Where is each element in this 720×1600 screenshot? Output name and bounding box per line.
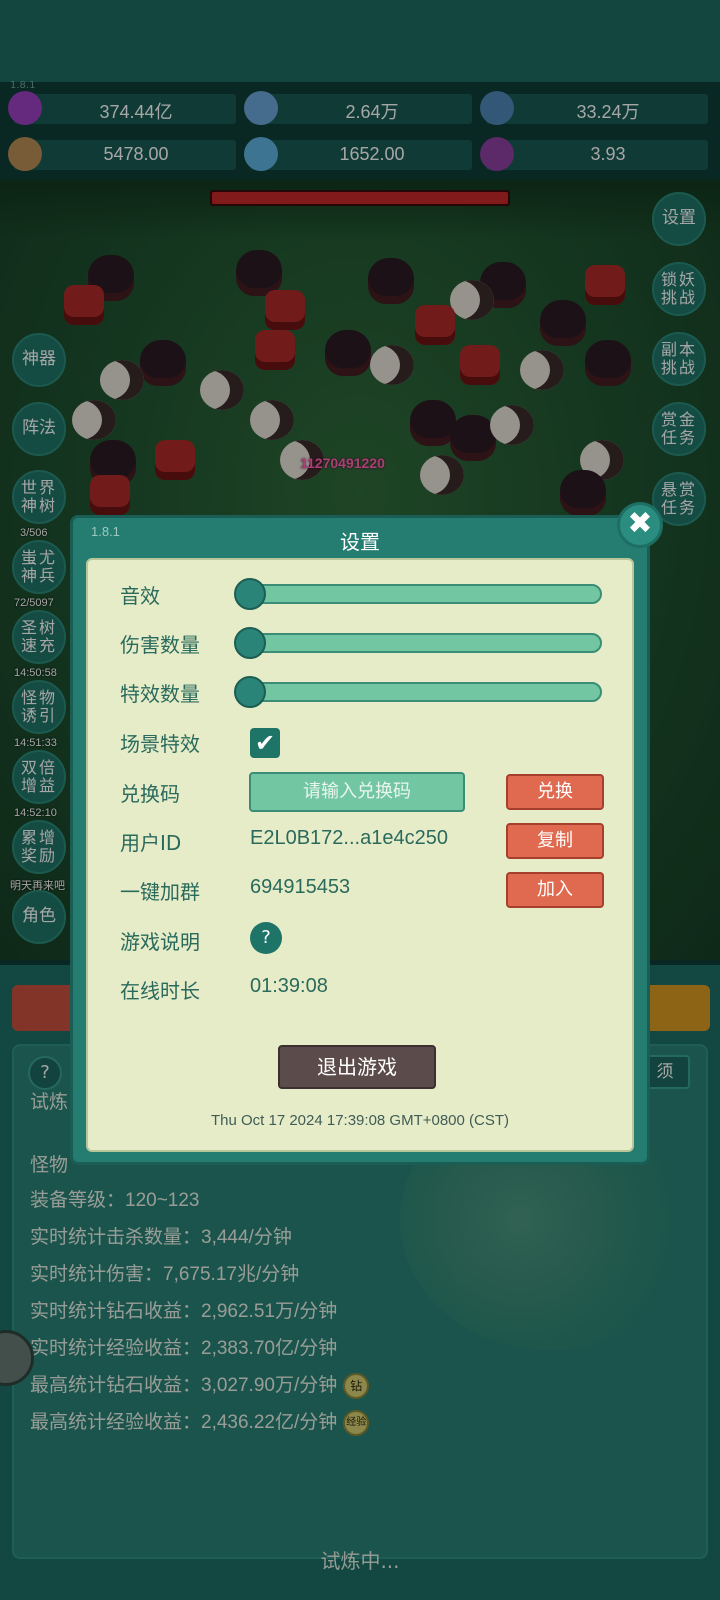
join-group-button[interactable]: 加入 xyxy=(506,872,604,908)
online-time-label: 在线时长 xyxy=(120,979,200,1003)
sound-slider-knob[interactable] xyxy=(234,578,266,610)
effect-count-slider-knob[interactable] xyxy=(234,676,266,708)
join-group-label: 一键加群 xyxy=(120,880,200,904)
copy-button[interactable]: 复制 xyxy=(506,823,604,859)
sound-label: 音效 xyxy=(120,584,160,608)
redeem-code-input[interactable]: 请输入兑换码 xyxy=(249,772,465,812)
damage-count-label: 伤害数量 xyxy=(120,633,200,657)
exit-game-button[interactable]: 退出游戏 xyxy=(278,1045,436,1089)
online-time-value: 01:39:08 xyxy=(250,975,328,997)
sound-slider[interactable] xyxy=(234,578,602,610)
settings-body: 音效 伤害数量 特效数量 场景特效 ✔ 兑换码 请输入兑换码 兑换 用户ID E… xyxy=(86,558,634,1152)
help-icon[interactable]: ? xyxy=(250,922,282,954)
redeem-button[interactable]: 兑换 xyxy=(506,774,604,810)
dialog-title: 设置 xyxy=(340,530,380,554)
game-help-label: 游戏说明 xyxy=(120,930,200,954)
close-icon[interactable]: ✖ xyxy=(617,502,663,548)
user-id-value: E2L0B172...a1e4c250 xyxy=(250,827,448,849)
settings-dialog: 1.8.1 设置 音效 伤害数量 特效数量 场景特效 ✔ 兑换码 请输入兑换码 … xyxy=(70,515,650,1165)
effect-count-label: 特效数量 xyxy=(120,682,200,706)
scene-effect-label: 场景特效 xyxy=(120,732,200,756)
damage-count-slider-knob[interactable] xyxy=(234,627,266,659)
scene-effect-checkbox[interactable]: ✔ xyxy=(250,728,280,758)
user-id-label: 用户ID xyxy=(120,831,182,855)
group-number: 694915453 xyxy=(250,876,351,898)
effect-count-slider[interactable] xyxy=(234,676,602,708)
timestamp: Thu Oct 17 2024 17:39:08 GMT+0800 (CST) xyxy=(210,1112,510,1129)
redeem-label: 兑换码 xyxy=(120,782,180,806)
damage-count-slider[interactable] xyxy=(234,627,602,659)
